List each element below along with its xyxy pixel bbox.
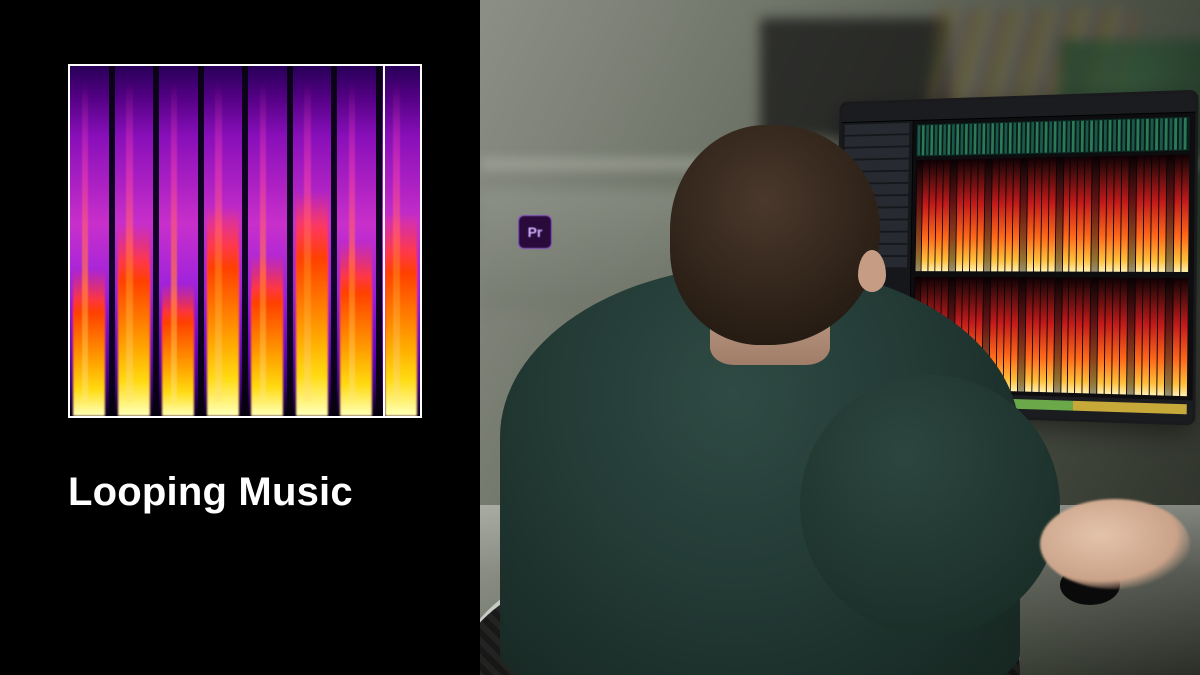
slide-caption: Looping Music [68, 470, 353, 515]
spectrogram-columns [70, 66, 420, 416]
spectrogram-column [115, 66, 154, 416]
tutorial-slide: Looping Music Pr [0, 0, 1200, 675]
spectrogram-thumbnail [68, 64, 422, 418]
spectrogram-column [70, 66, 109, 416]
spectrogram-column [337, 66, 376, 416]
spectrogram-column [248, 66, 287, 416]
ear [858, 250, 886, 292]
spectrogram-column [159, 66, 198, 416]
shoulder [800, 375, 1060, 635]
spectrogram-column [293, 66, 332, 416]
hand-on-mouse [1040, 499, 1190, 589]
spectrogram-column [382, 66, 421, 416]
playhead-indicator [383, 64, 385, 418]
person-silhouette [500, 135, 1020, 675]
workstation-photo: Pr [480, 0, 1200, 675]
left-panel: Looping Music [0, 0, 480, 675]
spectrogram-column [204, 66, 243, 416]
